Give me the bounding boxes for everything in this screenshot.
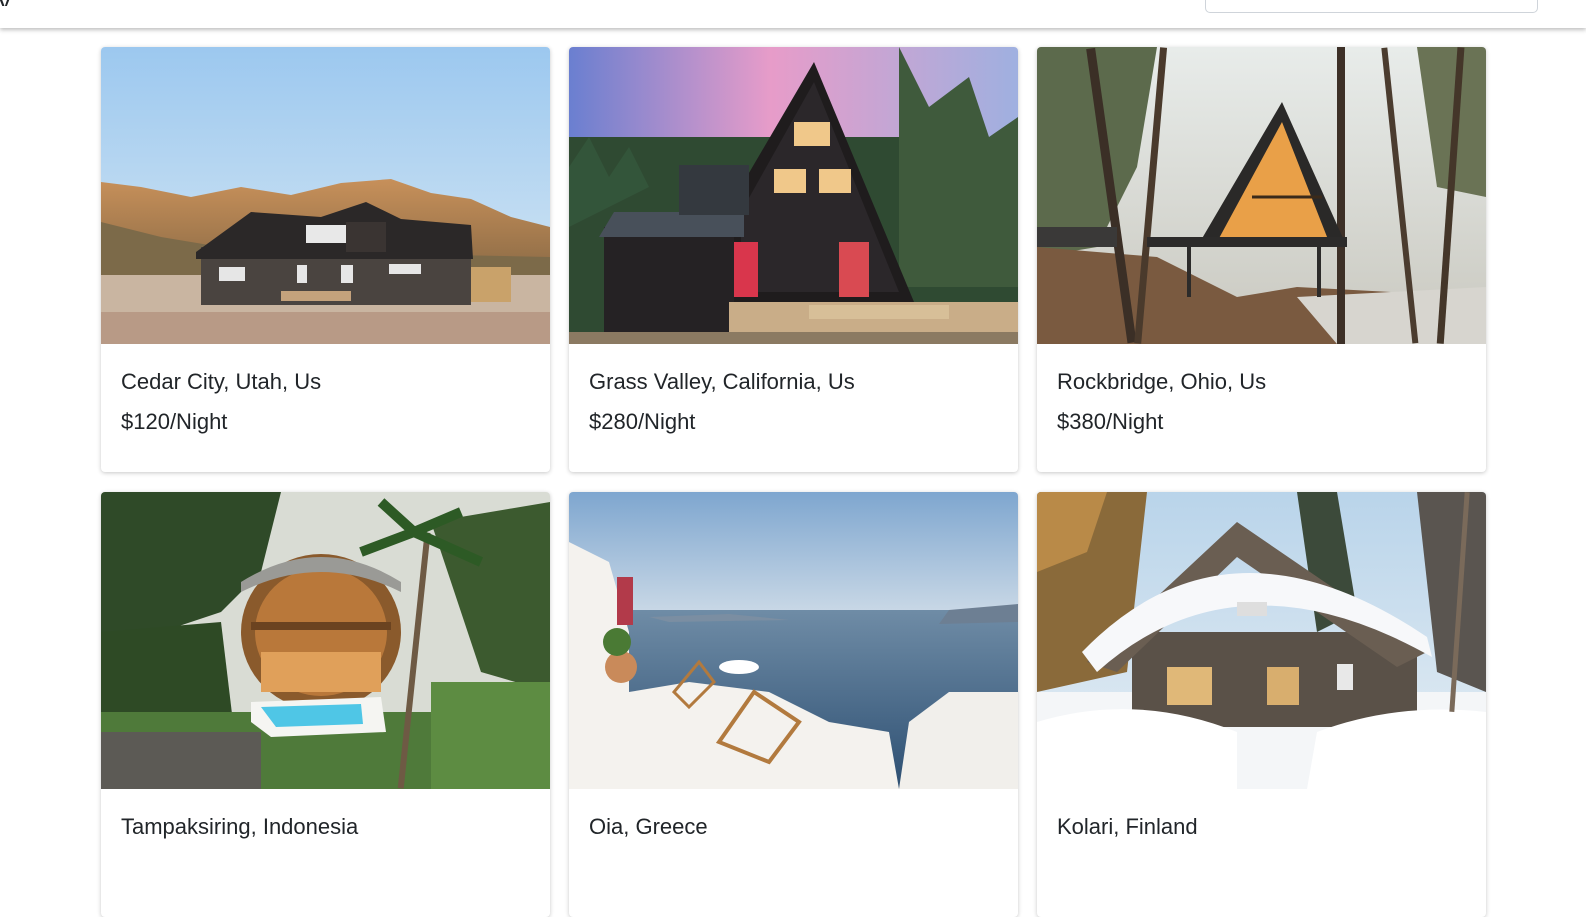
forest-a-frame-photo [1037, 47, 1486, 344]
search-input[interactable] [1205, 0, 1538, 13]
listing-location: Oia, Greece [589, 814, 708, 839]
desert-house-photo [101, 47, 550, 344]
listing-card-cedar-city[interactable]: Cedar City, Utah, Us $120/Night [101, 47, 550, 472]
listing-location: Cedar City, Utah, Us [121, 369, 322, 394]
listing-card-oia[interactable]: Oia, Greece [569, 492, 1018, 917]
listing-photo[interactable] [569, 492, 1018, 789]
listing-photo[interactable] [101, 47, 550, 344]
listing-photo[interactable] [569, 47, 1018, 344]
listing-card-body: Rockbridge, Ohio, Us $380/Night [1037, 344, 1486, 472]
listing-price: $380/Night [1057, 409, 1164, 434]
listing-card-body: Grass Valley, California, Us $280/Night [569, 344, 1018, 472]
listing-card-tampaksiring[interactable]: Tampaksiring, Indonesia [101, 492, 550, 917]
listing-card-body: Kolari, Finland [1037, 789, 1486, 917]
a-frame-sunset-photo [569, 47, 1018, 344]
bamboo-villa-photo [101, 492, 550, 789]
listing-card-rockbridge[interactable]: Rockbridge, Ohio, Us $380/Night [1037, 47, 1486, 472]
listing-photo[interactable] [1037, 47, 1486, 344]
listing-card-body: Tampaksiring, Indonesia [101, 789, 550, 917]
listing-card-kolari[interactable]: Kolari, Finland [1037, 492, 1486, 917]
listing-location: Grass Valley, California, Us [589, 369, 855, 394]
listing-price: $120/Night [121, 409, 228, 434]
listing-card-grass-valley[interactable]: Grass Valley, California, Us $280/Night [569, 47, 1018, 472]
listing-price: $280/Night [589, 409, 696, 434]
top-navbar: y [0, 0, 1586, 28]
greece-terrace-photo [569, 492, 1018, 789]
listing-photo[interactable] [1037, 492, 1486, 789]
listing-location: Rockbridge, Ohio, Us [1057, 369, 1267, 394]
snowy-cabin-photo [1037, 492, 1486, 789]
listing-photo[interactable] [101, 492, 550, 789]
listing-location: Tampaksiring, Indonesia [121, 814, 359, 839]
listing-location: Kolari, Finland [1057, 814, 1198, 839]
brand-logo-fragment[interactable]: y [0, 0, 14, 6]
listing-card-body: Cedar City, Utah, Us $120/Night [101, 344, 550, 472]
listing-card-body: Oia, Greece [569, 789, 1018, 917]
